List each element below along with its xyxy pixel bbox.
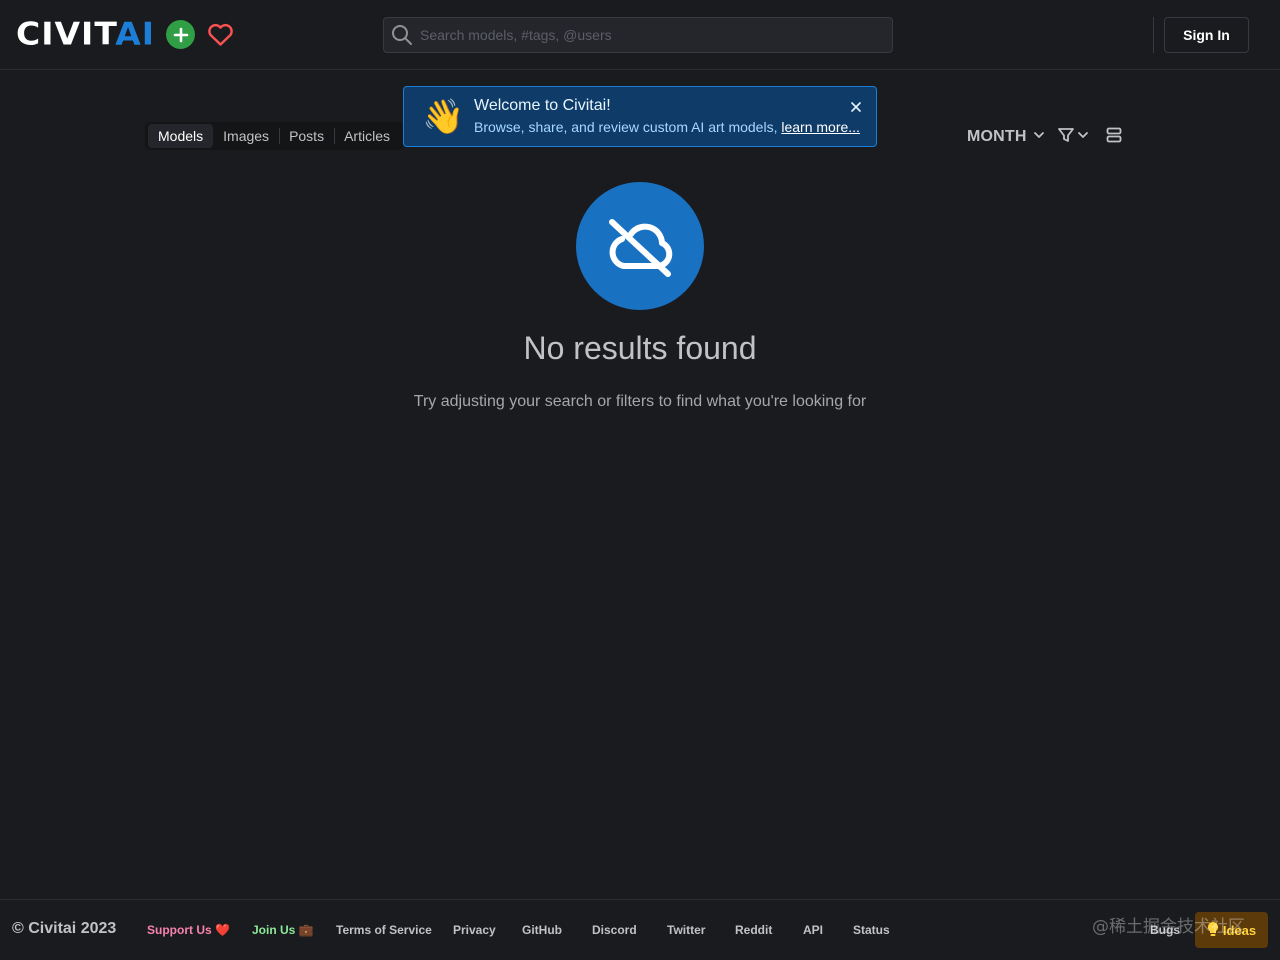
footer-link-api[interactable]: API: [803, 923, 823, 937]
cloud-off-icon: [576, 182, 704, 310]
footer-copyright: © Civitai 2023: [12, 920, 117, 937]
search-icon: [384, 17, 420, 53]
tab-models[interactable]: Models: [148, 124, 214, 148]
footer-link-join[interactable]: Join Us 💼: [252, 923, 314, 937]
tab-images[interactable]: Images: [213, 124, 279, 148]
period-dropdown[interactable]: MONTH: [967, 128, 1045, 146]
header-divider: [1153, 17, 1154, 53]
empty-state-subtitle: Try adjusting your search or filters to …: [413, 393, 867, 410]
chevron-down-icon: [1033, 128, 1045, 146]
alert-title: Welcome to Civitai!: [474, 97, 611, 114]
alert-body: Browse, share, and review custom AI art …: [474, 119, 860, 135]
feed-controls: MONTH: [967, 124, 1123, 150]
search-bar[interactable]: [383, 17, 893, 53]
sign-in-button[interactable]: Sign In: [1164, 17, 1249, 53]
tab-articles[interactable]: Articles: [334, 124, 400, 148]
logo-main-text: CIVIT: [16, 15, 116, 53]
heart-icon[interactable]: [206, 21, 234, 49]
footer-link-terms[interactable]: Terms of Service: [336, 923, 432, 937]
layout-rows-icon: [1105, 126, 1123, 149]
page-footer: © Civitai 2023 Support Us ❤️ Join Us 💼 T…: [0, 899, 1280, 960]
civitai-logo[interactable]: CIVITAI: [16, 18, 155, 50]
alert-body-text: Browse, share, and review custom AI art …: [474, 119, 778, 135]
welcome-alert: 👋 Welcome to Civitai! Browse, share, and…: [403, 86, 877, 147]
footer-link-discord[interactable]: Discord: [592, 923, 637, 937]
close-icon[interactable]: [848, 99, 864, 115]
footer-link-github[interactable]: GitHub: [522, 923, 562, 937]
plus-circle-icon[interactable]: [166, 20, 195, 49]
waving-hand-icon: 👋: [422, 97, 465, 137]
footer-link-status[interactable]: Status: [853, 923, 890, 937]
chevron-down-icon: [1077, 128, 1089, 146]
content-type-tabs: Models Images Posts Articles: [145, 122, 403, 150]
empty-state-title: No results found: [523, 330, 757, 366]
footer-link-support[interactable]: Support Us ❤️: [147, 923, 230, 937]
footer-link-privacy[interactable]: Privacy: [453, 923, 496, 937]
footer-link-twitter[interactable]: Twitter: [667, 923, 705, 937]
filter-icon: [1057, 126, 1075, 149]
search-input[interactable]: [420, 18, 892, 52]
tab-posts[interactable]: Posts: [279, 124, 334, 148]
footer-link-reddit[interactable]: Reddit: [735, 923, 772, 937]
logo-accent-text: AI: [115, 15, 156, 53]
top-header: CIVITAI Sign In: [0, 0, 1280, 70]
watermark-text: @稀土掘金技术社区: [1092, 917, 1245, 937]
learn-more-link[interactable]: learn more...: [781, 119, 860, 135]
period-label: MONTH: [967, 128, 1027, 145]
filter-button[interactable]: [1057, 126, 1089, 149]
layout-toggle-button[interactable]: [1105, 126, 1123, 149]
